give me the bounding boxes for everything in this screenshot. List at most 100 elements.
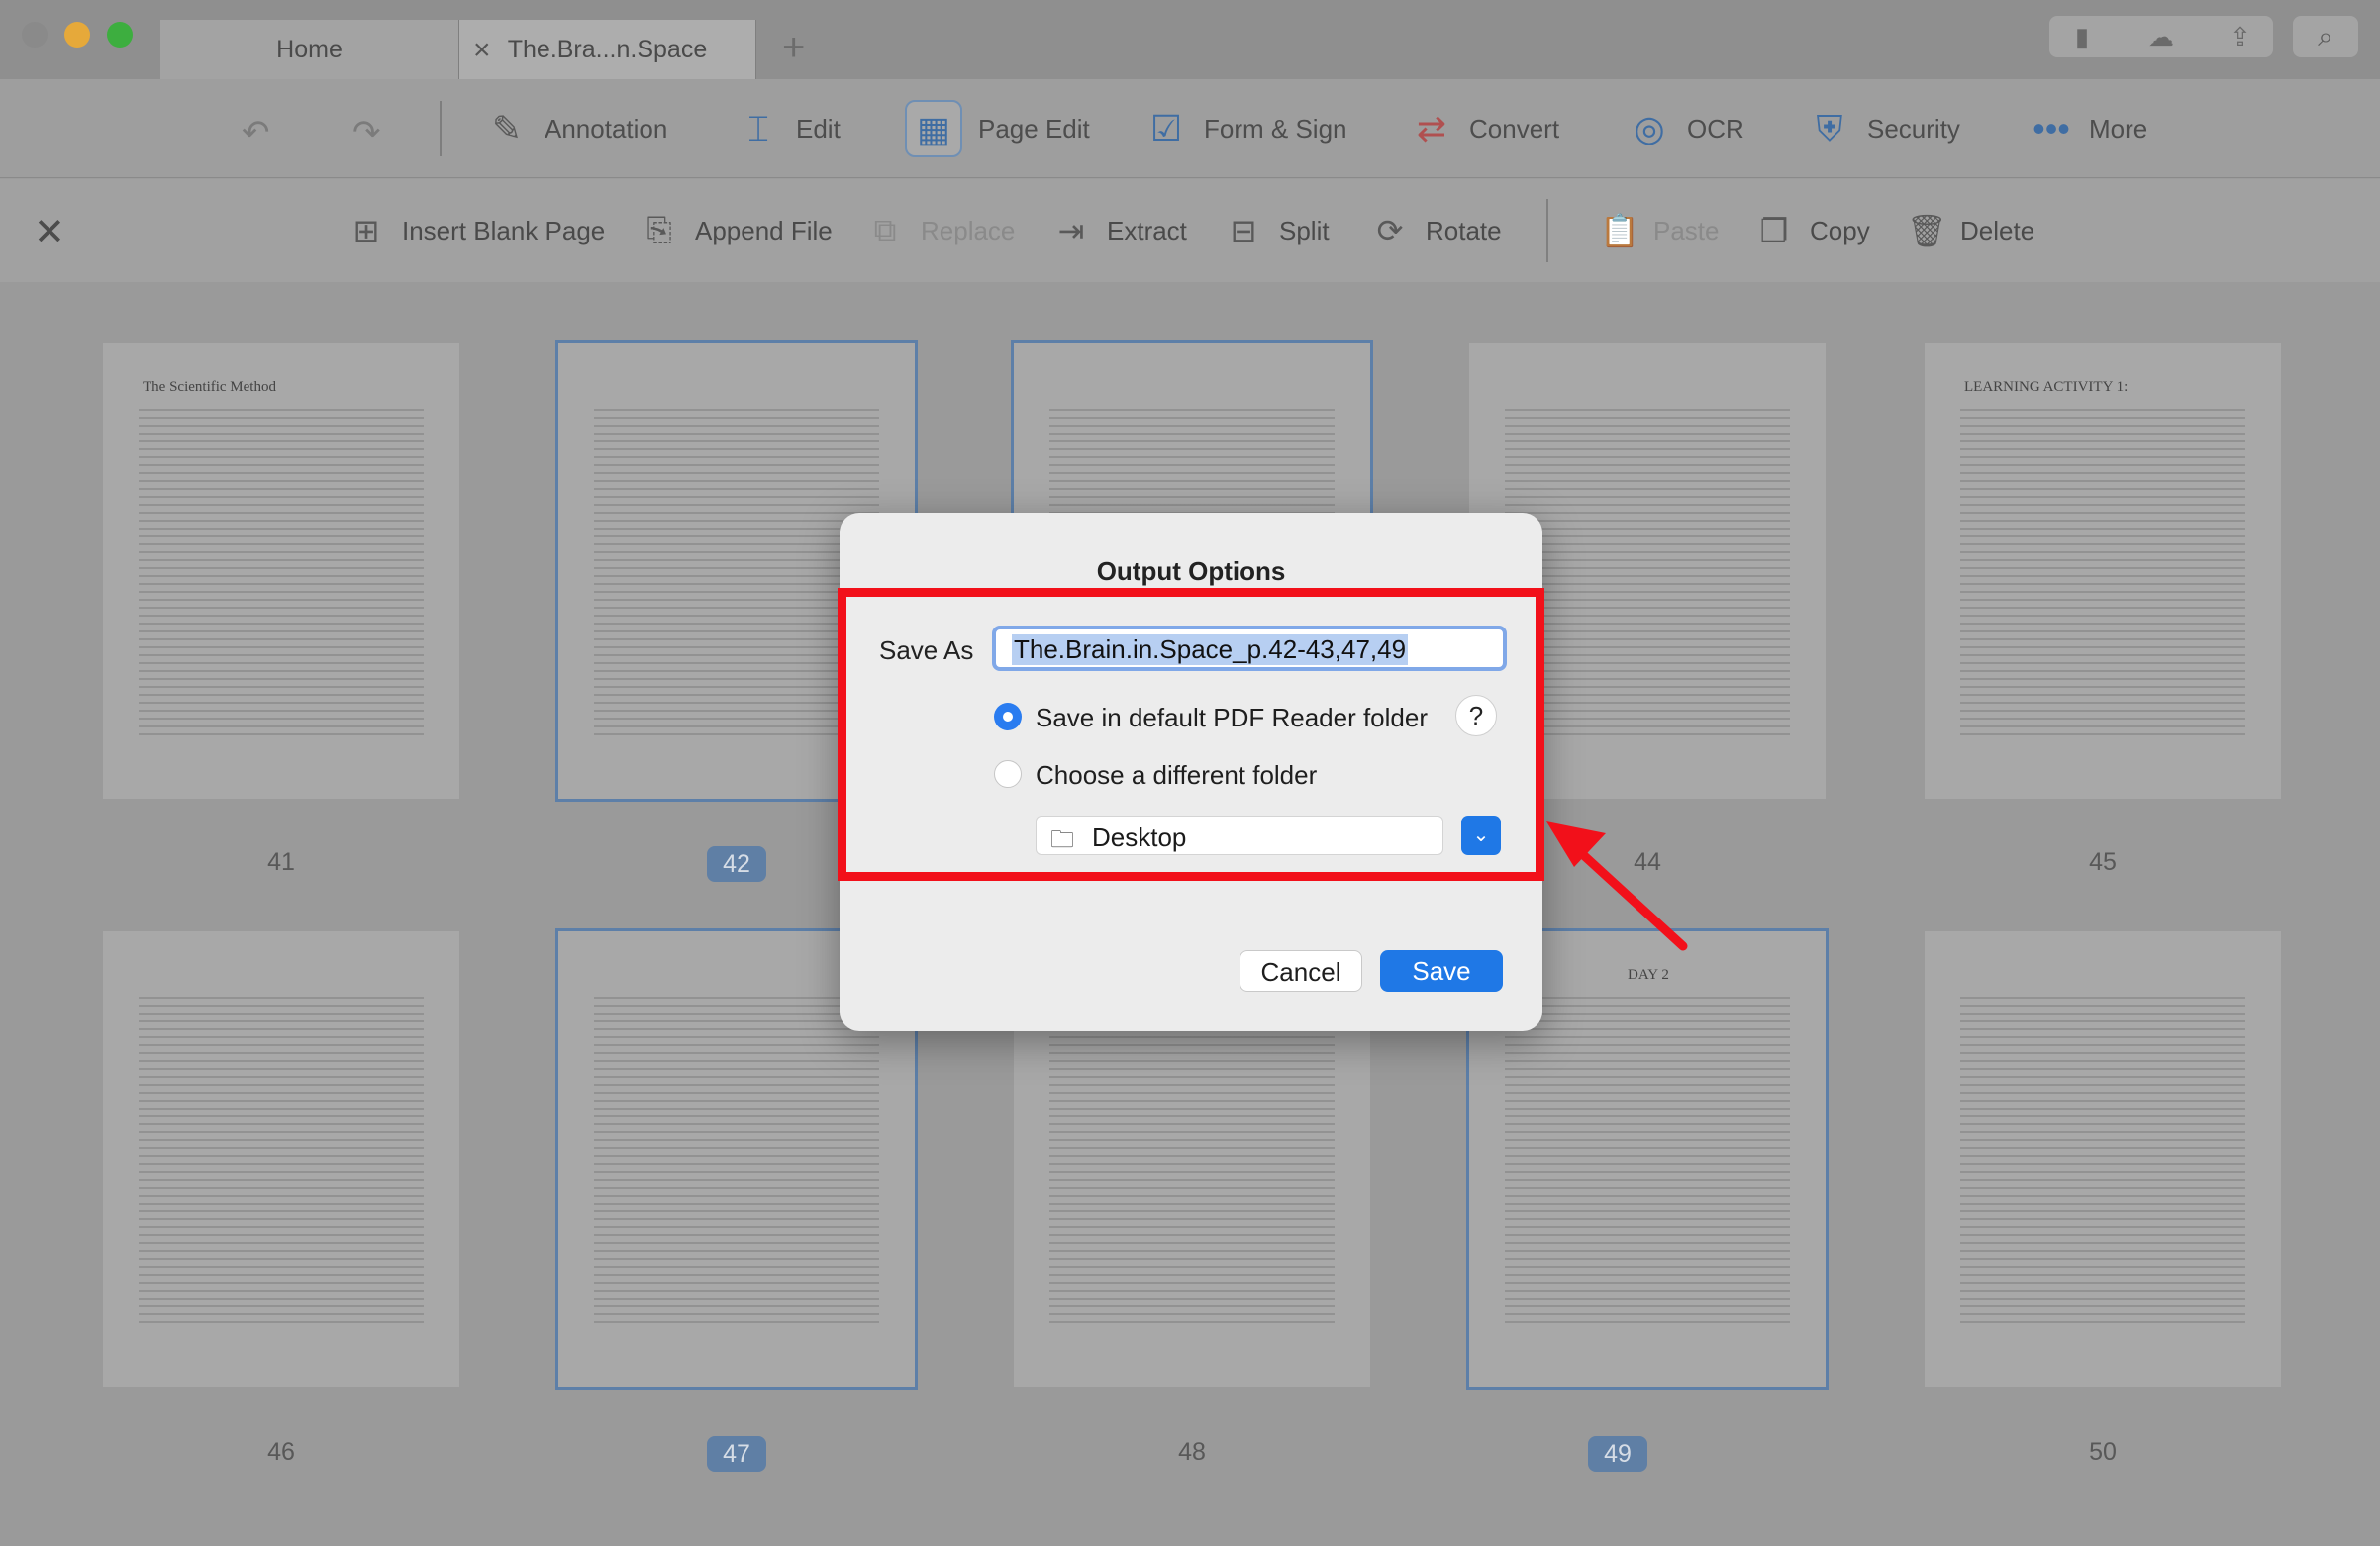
page-edit-toolbar: ⊞ Insert Blank Page ⎘ Append File ⧉ Replace… xyxy=(0,179,2380,282)
paste-button[interactable]: 📋 Paste xyxy=(1600,179,1720,282)
page-number: 46 xyxy=(267,1438,295,1466)
undo-icon[interactable]: ↶ xyxy=(242,113,270,152)
page-text xyxy=(1960,403,2245,739)
close-tab-icon[interactable]: × xyxy=(473,34,491,67)
ocr-icon: ◎ xyxy=(1634,108,1665,148)
replace-label: Replace xyxy=(921,215,1016,245)
form-sign-label: Form & Sign xyxy=(1204,113,1347,144)
minimize-window-button[interactable] xyxy=(64,22,90,48)
ocr-button[interactable]: ◎ OCR xyxy=(1628,79,1744,178)
page-number: 50 xyxy=(2089,1438,2117,1466)
page-title: The Scientific Method xyxy=(143,379,276,395)
more-label: More xyxy=(2089,113,2148,144)
bookmark-icon[interactable]: ▮ xyxy=(2049,16,2115,57)
paste-label: Paste xyxy=(1653,215,1720,245)
convert-button[interactable]: ⇄ Convert xyxy=(1410,79,1559,178)
page-title: DAY 2 xyxy=(1628,967,1669,983)
form-sign-button[interactable]: ☑ Form & Sign xyxy=(1144,79,1347,178)
delete-button[interactable]: 🗑 Delete xyxy=(1907,179,2034,282)
extract-label: Extract xyxy=(1107,215,1187,245)
extract-icon: ⇥ xyxy=(1057,213,1085,248)
annotation-label: Annotation xyxy=(545,113,668,144)
main-toolbar: ↶ ↷ ✎ Annotation ⌶ Edit ▦ Page Edit ☑ Form &… xyxy=(0,79,2380,178)
window-controls xyxy=(22,22,133,48)
page-number: 42 xyxy=(707,846,766,882)
more-dots-icon: ••• xyxy=(2033,108,2070,148)
toolbar-divider xyxy=(440,101,442,156)
page-edit-label: Page Edit xyxy=(978,113,1090,144)
edit-button[interactable]: ⌶ Edit xyxy=(737,79,841,178)
tab-document-label: The.Bra...n.Space xyxy=(507,35,708,63)
page-number: 49 xyxy=(1588,1436,1647,1472)
redo-icon[interactable]: ↷ xyxy=(352,113,381,152)
page-thumbnail[interactable]: LEARNING ACTIVITY 1: xyxy=(1925,343,2281,799)
subbar-divider xyxy=(1546,199,1548,262)
copy-icon: ❐ xyxy=(1759,213,1789,248)
convert-label: Convert xyxy=(1469,113,1560,144)
split-label: Split xyxy=(1279,215,1330,245)
replace-icon: ⧉ xyxy=(873,212,897,247)
page-edit-button[interactable]: ▦ Page Edit xyxy=(905,79,1090,178)
page-grid-icon: ▦ xyxy=(905,100,962,157)
rotate-button[interactable]: ⟳ Rotate xyxy=(1372,179,1502,282)
page-text xyxy=(139,403,424,739)
page-number: 41 xyxy=(267,848,295,876)
cloud-share-group: ▮ ☁ ⇪ xyxy=(2049,16,2273,57)
copy-button[interactable]: ❐ Copy xyxy=(1756,179,1870,282)
split-button[interactable]: ⊟ Split xyxy=(1226,179,1330,282)
annotation-button[interactable]: ✎ Annotation xyxy=(485,79,667,178)
tab-document[interactable]: × The.Bra...n.Space xyxy=(459,20,756,79)
paste-icon: 📋 xyxy=(1600,213,1639,248)
insert-blank-page-button[interactable]: ⊞ Insert Blank Page xyxy=(348,179,606,282)
share-icon[interactable]: ⇪ xyxy=(2208,16,2273,57)
text-edit-icon: ⌶ xyxy=(747,107,769,148)
append-file-label: Append File xyxy=(695,215,833,245)
rotate-label: Rotate xyxy=(1426,215,1502,245)
page-title: LEARNING ACTIVITY 1: xyxy=(1964,379,2129,395)
page-thumbnail[interactable] xyxy=(103,931,459,1387)
replace-button[interactable]: ⧉ Replace xyxy=(867,179,1016,282)
save-button[interactable]: Save xyxy=(1380,950,1503,992)
trash-icon: 🗑 xyxy=(1907,213,1947,248)
dialog-title: Output Options xyxy=(1096,556,1286,586)
page-text xyxy=(594,403,879,739)
convert-icon: ⇄ xyxy=(1416,108,1447,148)
cancel-button[interactable]: Cancel xyxy=(1240,950,1362,992)
append-file-button[interactable]: ⎘ Append File xyxy=(642,179,833,282)
page-thumbnail[interactable] xyxy=(1925,931,2281,1387)
page-thumbnail[interactable]: The Scientific Method xyxy=(103,343,459,799)
tab-home[interactable]: Home xyxy=(160,20,459,79)
annotation-highlight-box xyxy=(838,588,1544,881)
security-label: Security xyxy=(1867,113,1960,144)
edit-label: Edit xyxy=(796,113,841,144)
tab-home-label: Home xyxy=(276,35,343,63)
page-text xyxy=(1505,403,1790,739)
pen-icon: ✎ xyxy=(491,108,523,148)
delete-label: Delete xyxy=(1960,215,2035,245)
page-text xyxy=(1960,991,2245,1327)
page-number: 48 xyxy=(1178,1438,1206,1466)
insert-page-icon: ⊞ xyxy=(352,213,380,248)
close-page-edit-icon[interactable]: ✕ xyxy=(34,210,65,254)
extract-button[interactable]: ⇥ Extract xyxy=(1053,179,1187,282)
close-window-button[interactable] xyxy=(22,22,48,48)
copy-label: Copy xyxy=(1810,215,1870,245)
ocr-label: OCR xyxy=(1687,113,1744,144)
shield-icon: ⛨ xyxy=(1816,107,1843,148)
security-button[interactable]: ⛨ Security xyxy=(1808,79,1960,178)
page-number: 45 xyxy=(2089,848,2117,876)
checkbox-icon: ☑ xyxy=(1149,108,1183,148)
rotate-icon: ⟳ xyxy=(1376,213,1404,248)
new-tab-icon[interactable]: + xyxy=(782,26,805,70)
page-text xyxy=(1505,991,1790,1327)
page-number: 47 xyxy=(707,1436,766,1472)
search-icon[interactable]: ⌕ xyxy=(2293,16,2358,57)
zoom-window-button[interactable] xyxy=(107,22,133,48)
more-button[interactable]: ••• More xyxy=(2030,79,2147,178)
insert-blank-label: Insert Blank Page xyxy=(402,215,606,245)
title-bar: Home × The.Bra...n.Space + ▮ ☁ ⇪ ⌕ xyxy=(0,0,2380,79)
cloud-icon[interactable]: ☁ xyxy=(2129,16,2194,57)
page-text xyxy=(139,991,424,1327)
split-icon: ⊟ xyxy=(1230,213,1257,248)
append-file-icon: ⎘ xyxy=(646,212,672,247)
